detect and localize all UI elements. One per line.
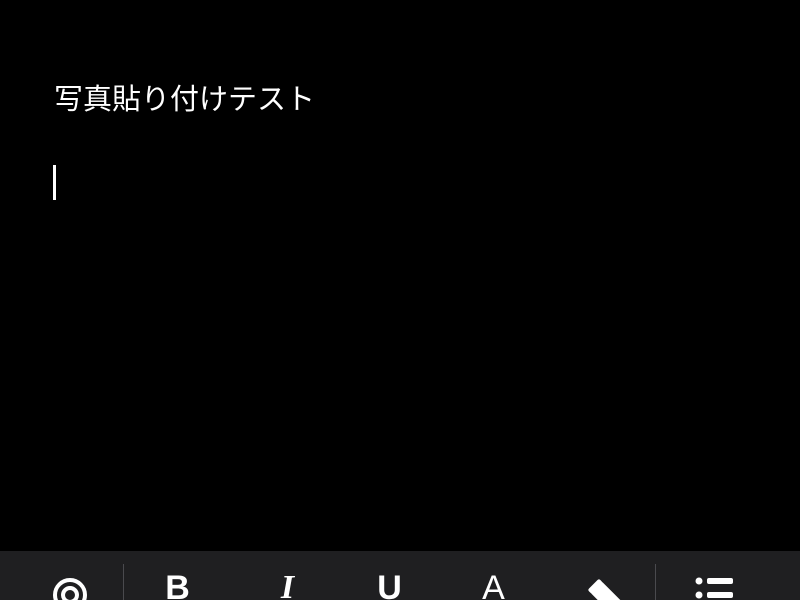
bullet-list-icon (695, 577, 733, 599)
note-text-line[interactable]: 写真貼り付けテスト (54, 80, 315, 118)
bold-button[interactable]: B (150, 551, 205, 600)
italic-button[interactable]: I (260, 551, 315, 600)
italic-icon: I (280, 569, 295, 600)
underline-icon: U (377, 569, 402, 600)
bold-icon: B (165, 569, 190, 600)
underline-button[interactable]: U (362, 551, 417, 600)
highlight-pen-icon (587, 579, 624, 600)
formatting-toolbar: B I U A (0, 551, 800, 600)
toolbar-separator (655, 564, 656, 600)
highlight-button[interactable] (578, 551, 633, 600)
font-color-button[interactable]: A (466, 551, 521, 600)
insert-photo-button[interactable] (40, 551, 100, 600)
camera-icon (53, 578, 87, 600)
text-cursor (53, 165, 56, 200)
note-editor[interactable]: 写真貼り付けテスト (0, 0, 800, 551)
font-color-icon: A (482, 569, 505, 600)
bullet-list-button[interactable] (680, 551, 745, 600)
toolbar-separator (123, 564, 124, 600)
